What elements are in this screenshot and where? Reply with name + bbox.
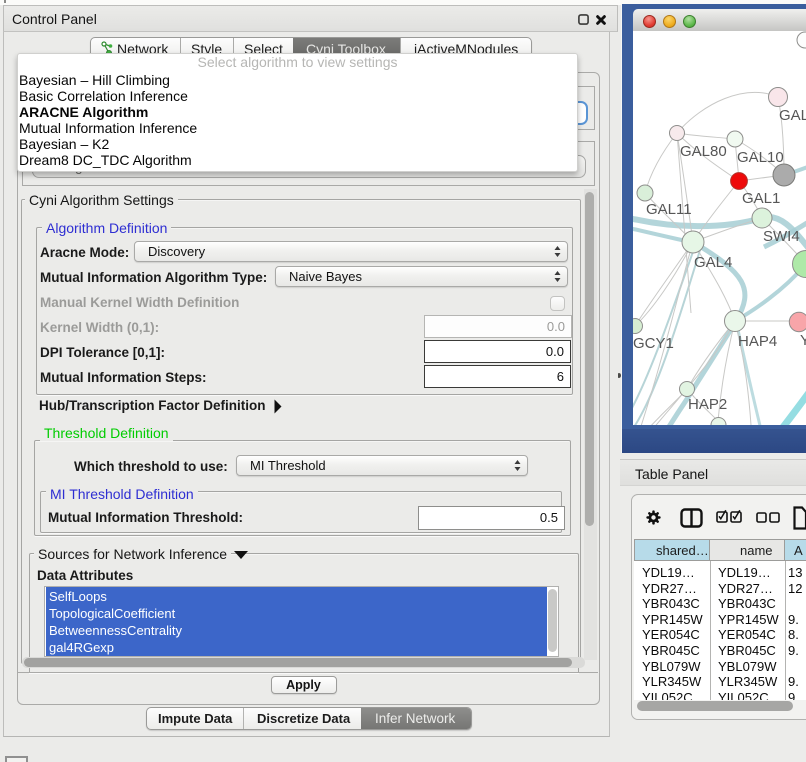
svg-text:GCY1: GCY1 <box>633 335 674 352</box>
svg-text:GAL7: GAL7 <box>779 107 806 124</box>
svg-text:GAL1: GAL1 <box>742 190 780 207</box>
svg-text:GAL10: GAL10 <box>737 149 784 166</box>
svg-text:GAL11: GAL11 <box>646 201 692 218</box>
svg-text:Y: Y <box>800 332 806 349</box>
svg-text:HAP2: HAP2 <box>688 396 727 413</box>
svg-text:GAL80: GAL80 <box>680 143 727 160</box>
svg-text:SWI4: SWI4 <box>763 228 800 245</box>
svg-text:GAL4: GAL4 <box>694 254 732 271</box>
svg-text:HAP4: HAP4 <box>738 333 777 350</box>
